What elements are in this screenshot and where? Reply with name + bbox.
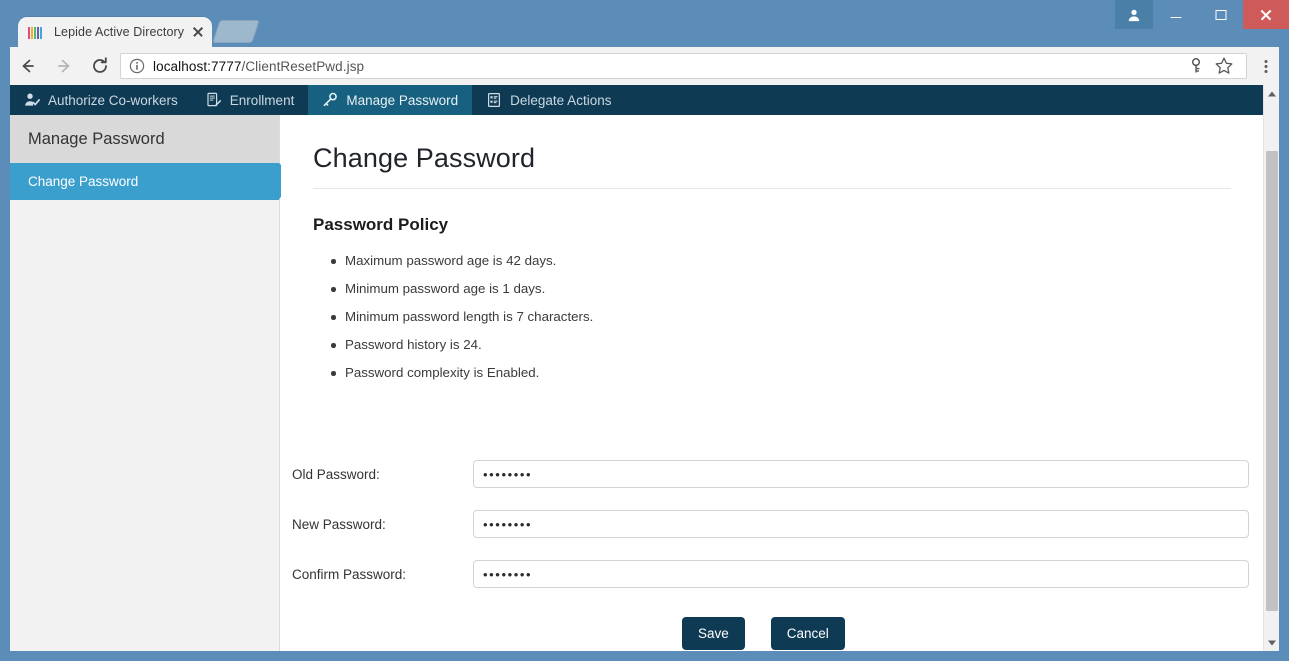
reload-icon <box>93 57 107 73</box>
sidebar-item-label: Change Password <box>28 174 139 189</box>
bookmark-star-glyph <box>1215 57 1233 74</box>
form-row-old-password: Old Password: •••••••• <box>281 449 1263 499</box>
policy-item: Maximum password age is 42 days. <box>331 247 1263 275</box>
main-content: Change Password Password Policy Maximum … <box>281 115 1263 651</box>
window-controls <box>1115 0 1289 29</box>
url-text: localhost:7777/ClientResetPwd.jsp <box>153 58 365 74</box>
maximize-button[interactable] <box>1198 0 1243 29</box>
scroll-up-arrow-icon[interactable] <box>1264 85 1279 102</box>
nav-item-label: Manage Password <box>346 92 459 108</box>
back-arrow-icon <box>22 59 34 73</box>
tab-title: Lepide Active Directory S <box>54 25 188 39</box>
password-policy-heading: Password Policy <box>313 215 449 234</box>
cancel-button[interactable]: Cancel <box>770 617 845 650</box>
lepide-logo-icon <box>28 25 45 40</box>
window-frame-right <box>1279 47 1289 661</box>
sidebar-item-change-password[interactable]: Change Password <box>10 163 297 200</box>
page-viewport: Authorize Co-workers Enrollment Manage P… <box>10 85 1279 651</box>
nav-item-label: Enrollment <box>229 92 295 108</box>
address-bar[interactable]: localhost:7777/ClientResetPwd.jsp <box>120 53 1247 79</box>
page-scrollbar[interactable] <box>1263 85 1279 651</box>
password-policy-list: Maximum password age is 42 days. Minimum… <box>281 235 1263 387</box>
save-button[interactable]: Save <box>682 617 745 650</box>
nav-item-label: Authorize Co-workers <box>48 92 178 108</box>
back-button[interactable] <box>10 47 46 85</box>
form-row-confirm-password: Confirm Password: •••••••• <box>281 549 1263 599</box>
scroll-down-arrow-icon[interactable] <box>1264 634 1279 651</box>
document-pen-icon <box>206 92 222 108</box>
app-navigation-bar: Authorize Co-workers Enrollment Manage P… <box>10 85 1263 115</box>
old-password-input[interactable]: •••••••• <box>473 460 1249 488</box>
form-actions: Save Cancel <box>281 599 1263 650</box>
policy-item: Password complexity is Enabled. <box>331 359 1263 387</box>
policy-item: Minimum password length is 7 characters. <box>331 303 1263 331</box>
browser-toolbar: localhost:7777/ClientResetPwd.jsp <box>10 47 1279 85</box>
browser-tab[interactable]: Lepide Active Directory S <box>18 17 212 47</box>
omnibox-icons <box>1182 47 1238 85</box>
scrollbar-thumb[interactable] <box>1266 151 1278 611</box>
window-close-button[interactable] <box>1243 0 1289 29</box>
nav-item-authorize-co-workers[interactable]: Authorize Co-workers <box>10 85 192 115</box>
user-profile-icon[interactable] <box>1115 0 1153 29</box>
document-list-icon <box>486 92 502 108</box>
new-tab-button[interactable] <box>212 20 260 43</box>
confirm-password-input[interactable]: •••••••• <box>473 560 1249 588</box>
page-info-icon[interactable] <box>129 58 145 74</box>
policy-item: Minimum password age is 1 days. <box>331 275 1263 303</box>
reload-button[interactable] <box>82 47 118 85</box>
policy-item: Password history is 24. <box>331 331 1263 359</box>
page-title: Change Password <box>313 143 536 173</box>
sidebar-header: Manage Password <box>10 115 279 163</box>
sidebar: Manage Password Change Password <box>10 115 297 651</box>
tab-close-icon[interactable] <box>190 24 206 40</box>
key-glyph <box>1191 58 1201 73</box>
old-password-label: Old Password: <box>292 466 380 482</box>
key-icon <box>322 92 338 108</box>
forward-arrow-icon <box>58 59 70 73</box>
window-frame-left <box>0 47 10 661</box>
new-password-label: New Password: <box>292 516 386 532</box>
key-icon[interactable] <box>1182 47 1210 85</box>
title-bar: Lepide Active Directory S <box>0 0 1289 47</box>
new-password-input[interactable]: •••••••• <box>473 510 1249 538</box>
nav-item-delegate-actions[interactable]: Delegate Actions <box>472 85 625 115</box>
user-glyph <box>1128 9 1140 21</box>
window-frame-bottom <box>0 651 1289 661</box>
star-icon[interactable] <box>1210 47 1238 85</box>
confirm-password-label: Confirm Password: <box>292 566 407 582</box>
form-row-new-password: New Password: •••••••• <box>281 499 1263 549</box>
forward-button[interactable] <box>46 47 82 85</box>
nav-item-label: Delegate Actions <box>510 92 612 108</box>
nav-item-manage-password[interactable]: Manage Password <box>308 85 473 115</box>
three-dot-menu-icon[interactable] <box>1253 47 1279 85</box>
nav-item-enrollment[interactable]: Enrollment <box>192 85 309 115</box>
user-check-icon <box>24 92 40 108</box>
browser-window: Lepide Active Directory S <box>0 0 1289 661</box>
change-password-form: Old Password: •••••••• New Password: •••… <box>281 387 1263 650</box>
minimize-button[interactable] <box>1153 0 1198 29</box>
